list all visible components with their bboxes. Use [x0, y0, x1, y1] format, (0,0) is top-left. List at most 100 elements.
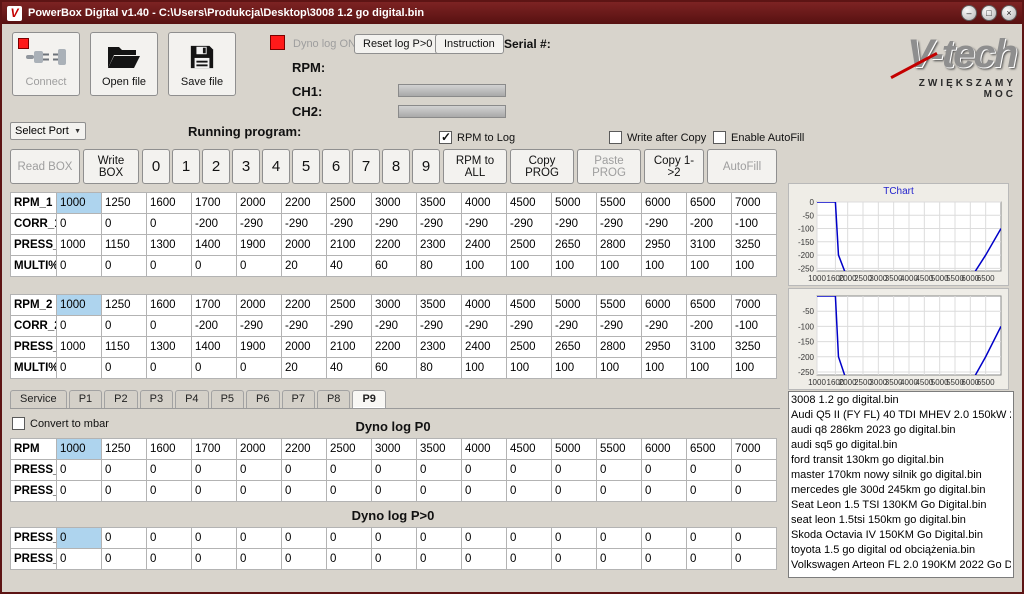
table-cell[interactable]: 2000 — [237, 295, 282, 316]
digit-button-9[interactable]: 9 — [412, 149, 440, 184]
rpm-to-all-button[interactable]: RPM to ALL — [443, 149, 507, 184]
copy-prog-button[interactable]: Copy PROG — [510, 149, 574, 184]
table-cell[interactable]: 2300 — [417, 337, 462, 358]
table-cell[interactable]: -290 — [327, 316, 372, 337]
table-cell[interactable]: 0 — [462, 549, 507, 570]
table-cell[interactable]: 0 — [57, 358, 102, 379]
table-cell[interactable]: 100 — [597, 358, 642, 379]
table-cell[interactable]: -290 — [372, 316, 417, 337]
table-cell[interactable]: -290 — [507, 316, 552, 337]
table-cell[interactable]: 80 — [417, 256, 462, 277]
table-cell[interactable]: 0 — [147, 549, 192, 570]
table-cell[interactable]: 2200 — [372, 235, 417, 256]
table-cell[interactable]: -290 — [552, 316, 597, 337]
table-cell[interactable]: 0 — [192, 358, 237, 379]
table-cell[interactable]: 60 — [372, 358, 417, 379]
table-cell[interactable]: 1300 — [147, 235, 192, 256]
enable-autofill-checkbox[interactable]: Enable AutoFill — [713, 131, 804, 144]
table-cell[interactable]: 0 — [552, 460, 597, 481]
table-cell[interactable]: 0 — [597, 481, 642, 502]
table-cell[interactable]: 0 — [552, 481, 597, 502]
table-cell[interactable]: 2500 — [507, 235, 552, 256]
table-cell[interactable]: 3000 — [372, 193, 417, 214]
table-cell[interactable]: 0 — [507, 481, 552, 502]
table-cell[interactable]: 0 — [192, 549, 237, 570]
table-cell[interactable]: 0 — [237, 358, 282, 379]
tab-p1[interactable]: P1 — [69, 390, 102, 408]
table-cell[interactable]: 0 — [417, 460, 462, 481]
table-cell[interactable]: 0 — [327, 528, 372, 549]
table-cell[interactable]: 3250 — [732, 337, 777, 358]
table-cell[interactable]: 0 — [57, 549, 102, 570]
table-cell[interactable]: 0 — [642, 481, 687, 502]
table-cell[interactable]: 3000 — [372, 295, 417, 316]
table-cell[interactable]: 0 — [642, 460, 687, 481]
file-list-item[interactable]: master 170km nowy silnik go digital.bin — [791, 468, 1011, 483]
table-cell[interactable]: 2100 — [327, 337, 372, 358]
table-cell[interactable]: 0 — [687, 549, 732, 570]
table-cell[interactable]: 2200 — [282, 193, 327, 214]
table-cell[interactable]: 0 — [732, 481, 777, 502]
table-cell[interactable]: 0 — [552, 528, 597, 549]
table-cell[interactable]: 0 — [147, 256, 192, 277]
table-cell[interactable]: 2400 — [462, 337, 507, 358]
table-cell[interactable]: 0 — [597, 549, 642, 570]
table-cell[interactable]: 60 — [372, 256, 417, 277]
table-cell[interactable]: 100 — [552, 256, 597, 277]
table-cell[interactable]: 0 — [507, 528, 552, 549]
table-cell[interactable]: 2000 — [282, 337, 327, 358]
table-cell[interactable]: 100 — [687, 256, 732, 277]
table-cell[interactable]: 0 — [147, 358, 192, 379]
tab-p6[interactable]: P6 — [246, 390, 279, 408]
table-cell[interactable]: 2200 — [282, 295, 327, 316]
table-cell[interactable]: 2100 — [327, 235, 372, 256]
table-cell[interactable]: 1900 — [237, 235, 282, 256]
table-cell[interactable]: 0 — [102, 460, 147, 481]
table-cell[interactable]: 4500 — [507, 193, 552, 214]
table-cell[interactable]: 1150 — [102, 337, 147, 358]
table-cell[interactable]: 5000 — [552, 295, 597, 316]
table-cell[interactable]: 100 — [597, 256, 642, 277]
table-cell[interactable]: 1600 — [147, 193, 192, 214]
table-cell[interactable]: 4000 — [462, 439, 507, 460]
table-cell[interactable]: 6000 — [642, 193, 687, 214]
table-cell[interactable]: 3500 — [417, 193, 462, 214]
table-cell[interactable]: 0 — [417, 481, 462, 502]
table-cell[interactable]: 100 — [732, 256, 777, 277]
table-cell[interactable]: 40 — [327, 256, 372, 277]
table-cell[interactable]: 0 — [192, 528, 237, 549]
table-cell[interactable]: 0 — [102, 528, 147, 549]
table-cell[interactable]: 20 — [282, 358, 327, 379]
table-cell[interactable]: 1000 — [57, 295, 102, 316]
table-cell[interactable]: -290 — [462, 214, 507, 235]
table-cell[interactable]: 0 — [237, 481, 282, 502]
digit-button-6[interactable]: 6 — [322, 149, 350, 184]
table-cell[interactable]: -200 — [192, 214, 237, 235]
table-cell[interactable]: 100 — [732, 358, 777, 379]
table-cell[interactable]: 0 — [57, 528, 102, 549]
table-cell[interactable]: 4500 — [507, 439, 552, 460]
table-cell[interactable]: 2800 — [597, 337, 642, 358]
table-cell[interactable]: 100 — [507, 358, 552, 379]
table-cell[interactable]: 1400 — [192, 337, 237, 358]
table-cell[interactable]: 1000 — [57, 439, 102, 460]
rpm-to-log-checkbox[interactable]: RPM to Log — [439, 131, 515, 144]
table-cell[interactable]: -100 — [732, 214, 777, 235]
write-after-copy-checkbox[interactable]: Write after Copy — [609, 131, 706, 144]
table-cell[interactable]: 1600 — [147, 439, 192, 460]
table-cell[interactable]: 2400 — [462, 235, 507, 256]
open-file-button[interactable]: Open file — [90, 32, 158, 96]
table-cell[interactable]: 100 — [462, 358, 507, 379]
table-cell[interactable]: 7000 — [732, 439, 777, 460]
table-cell[interactable]: 0 — [687, 460, 732, 481]
table-cell[interactable]: 0 — [552, 549, 597, 570]
table-cell[interactable]: 0 — [372, 460, 417, 481]
tab-p7[interactable]: P7 — [282, 390, 315, 408]
file-list-item[interactable]: audi sq5 go digital.bin — [791, 438, 1011, 453]
table-cell[interactable]: -290 — [417, 214, 462, 235]
reset-log-button[interactable]: Reset log P>0 — [354, 34, 441, 54]
table-cell[interactable]: 0 — [327, 460, 372, 481]
digit-button-0[interactable]: 0 — [142, 149, 170, 184]
table-cell[interactable]: 100 — [687, 358, 732, 379]
table-cell[interactable]: 0 — [192, 460, 237, 481]
